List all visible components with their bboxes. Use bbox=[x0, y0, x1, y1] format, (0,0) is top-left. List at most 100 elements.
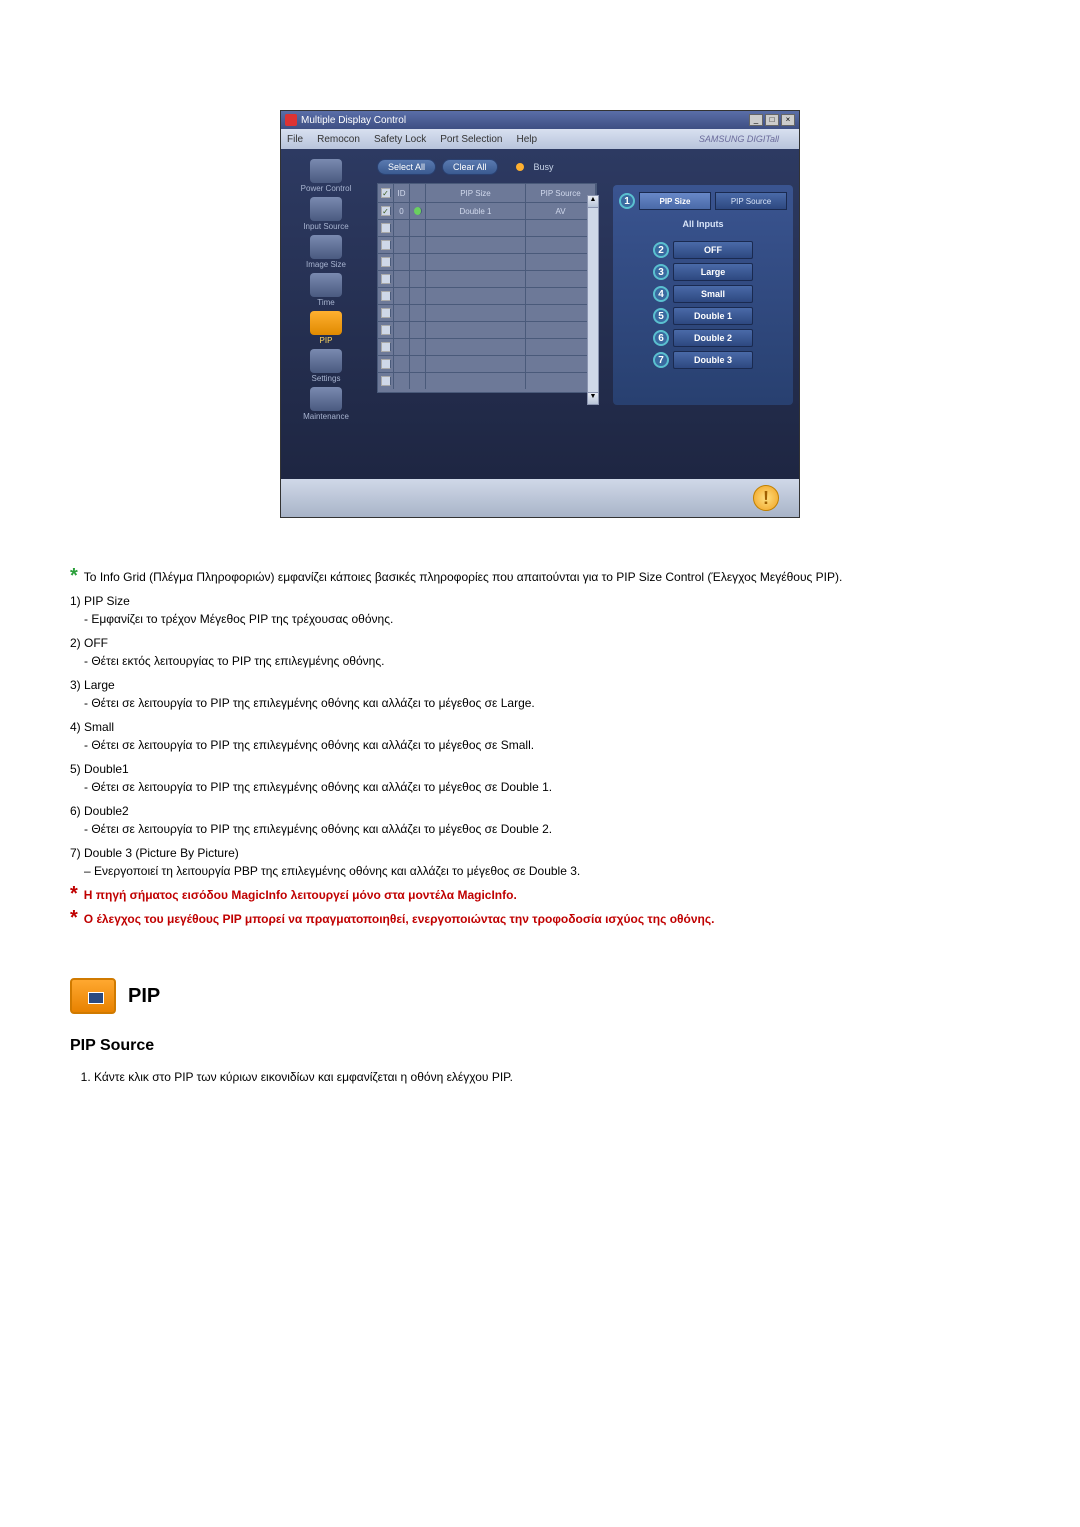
row-checkbox[interactable] bbox=[381, 223, 391, 233]
item-num: 5) bbox=[70, 762, 81, 776]
row-checkbox[interactable] bbox=[381, 291, 391, 301]
tab-pip-source[interactable]: PIP Source bbox=[715, 192, 787, 210]
item-title: OFF bbox=[84, 636, 108, 650]
star-icon: * bbox=[70, 886, 78, 902]
callout-4: 4 bbox=[653, 286, 669, 302]
table-row[interactable] bbox=[378, 372, 596, 389]
table-row[interactable] bbox=[378, 355, 596, 372]
callout-7: 7 bbox=[653, 352, 669, 368]
row-checkbox[interactable] bbox=[381, 240, 391, 250]
table-row[interactable] bbox=[378, 321, 596, 338]
option-off[interactable]: OFF bbox=[673, 241, 753, 259]
scroll-up-button[interactable]: ▲ bbox=[588, 196, 598, 208]
sidebar-item-maintenance[interactable]: Maintenance bbox=[303, 387, 349, 421]
scroll-down-button[interactable]: ▼ bbox=[588, 392, 598, 404]
grid-header-checkbox[interactable] bbox=[378, 184, 394, 202]
sidebar-item-settings[interactable]: Settings bbox=[310, 349, 342, 383]
close-button[interactable]: × bbox=[781, 114, 795, 126]
settings-icon bbox=[310, 349, 342, 373]
item-num: 4) bbox=[70, 720, 81, 734]
row-checkbox[interactable] bbox=[381, 376, 391, 386]
menu-remocon[interactable]: Remocon bbox=[317, 134, 360, 145]
item-title: PIP Size bbox=[84, 594, 130, 608]
row-checkbox[interactable] bbox=[381, 359, 391, 369]
sidebar-label: Input Source bbox=[303, 222, 348, 231]
sidebar-item-pip[interactable]: PIP bbox=[310, 311, 342, 345]
item-desc: - Θέτει εκτός λειτουργίας το PIP της επι… bbox=[84, 652, 1010, 670]
menu-safety-lock[interactable]: Safety Lock bbox=[374, 134, 426, 145]
grid-scrollbar[interactable]: ▲ ▼ bbox=[587, 195, 599, 405]
sidebar-label: PIP bbox=[320, 336, 333, 345]
sidebar-label: Image Size bbox=[306, 260, 346, 269]
option-small[interactable]: Small bbox=[673, 285, 753, 303]
table-row[interactable]: 0 Double 1 AV bbox=[378, 202, 596, 219]
brand-label: SAMSUNG DIGITall bbox=[699, 134, 779, 144]
pip-section-icon bbox=[70, 978, 116, 1014]
row-pip-size: Double 1 bbox=[426, 203, 526, 219]
sidebar-item-image-size[interactable]: Image Size bbox=[306, 235, 346, 269]
table-row[interactable] bbox=[378, 236, 596, 253]
pip-icon bbox=[310, 311, 342, 335]
sidebar-label: Time bbox=[317, 298, 334, 307]
option-double1[interactable]: Double 1 bbox=[673, 307, 753, 325]
item-num: 1) bbox=[70, 594, 81, 608]
row-checkbox[interactable] bbox=[381, 325, 391, 335]
table-row[interactable] bbox=[378, 219, 596, 236]
grid-header-id: ID bbox=[394, 184, 410, 202]
callout-5: 5 bbox=[653, 308, 669, 324]
row-checkbox[interactable] bbox=[381, 206, 391, 216]
maintenance-icon bbox=[310, 387, 342, 411]
maximize-button[interactable]: □ bbox=[765, 114, 779, 126]
app-icon bbox=[285, 114, 297, 126]
busy-indicator-icon bbox=[516, 163, 524, 171]
row-checkbox[interactable] bbox=[381, 308, 391, 318]
item-title: Small bbox=[84, 720, 114, 734]
tab-pip-size[interactable]: PIP Size bbox=[639, 192, 711, 210]
table-row[interactable] bbox=[378, 304, 596, 321]
step-1: Κάντε κλικ στο PIP των κύριων εικονιδίων… bbox=[94, 1068, 1010, 1086]
grid-header-status bbox=[410, 184, 426, 202]
clear-all-button[interactable]: Clear All bbox=[442, 159, 498, 175]
table-row[interactable] bbox=[378, 253, 596, 270]
row-checkbox[interactable] bbox=[381, 257, 391, 267]
document-body: * Το Info Grid (Πλέγμα Πληροφοριών) εμφα… bbox=[70, 568, 1010, 1086]
item-desc: - Θέτει σε λειτουργία το PIP της επιλεγμ… bbox=[84, 778, 1010, 796]
table-row[interactable] bbox=[378, 287, 596, 304]
item-desc: - Θέτει σε λειτουργία το PIP της επιλεγμ… bbox=[84, 820, 1010, 838]
menu-bar: File Remocon Safety Lock Port Selection … bbox=[281, 129, 799, 149]
sidebar: Power Control Input Source Image Size Ti… bbox=[281, 149, 371, 479]
option-double3[interactable]: Double 3 bbox=[673, 351, 753, 369]
sidebar-item-time[interactable]: Time bbox=[310, 273, 342, 307]
status-led-icon bbox=[414, 207, 422, 215]
item-num: 2) bbox=[70, 636, 81, 650]
grid-header-pip-source: PIP Source bbox=[526, 184, 596, 202]
select-all-button[interactable]: Select All bbox=[377, 159, 436, 175]
row-checkbox[interactable] bbox=[381, 342, 391, 352]
sidebar-label: Maintenance bbox=[303, 412, 349, 421]
callout-1: 1 bbox=[619, 193, 635, 209]
menu-file[interactable]: File bbox=[287, 134, 303, 145]
item-num: 3) bbox=[70, 678, 81, 692]
item-desc: - Εμφανίζει το τρέχον Μέγεθος PIP της τρ… bbox=[84, 610, 1010, 628]
row-checkbox[interactable] bbox=[381, 274, 391, 284]
table-row[interactable] bbox=[378, 270, 596, 287]
item-desc: - Θέτει σε λειτουργία το PIP της επιλεγμ… bbox=[84, 694, 1010, 712]
menu-help[interactable]: Help bbox=[516, 134, 537, 145]
warning-icon: ! bbox=[753, 485, 779, 511]
sidebar-item-power-control[interactable]: Power Control bbox=[301, 159, 352, 193]
info-grid: ID PIP Size PIP Source 0 Double 1 AV bbox=[377, 183, 597, 393]
note-2: Ο έλεγχος του μεγέθους PIP μπορεί να πρα… bbox=[84, 910, 715, 928]
menu-port-selection[interactable]: Port Selection bbox=[440, 134, 502, 145]
image-size-icon bbox=[310, 235, 342, 259]
sidebar-label: Power Control bbox=[301, 184, 352, 193]
subsection-title: PIP Source bbox=[70, 1034, 1010, 1058]
option-double2[interactable]: Double 2 bbox=[673, 329, 753, 347]
option-large[interactable]: Large bbox=[673, 263, 753, 281]
star-icon: * bbox=[70, 910, 78, 926]
panel-subhead: All Inputs bbox=[619, 219, 787, 229]
table-row[interactable] bbox=[378, 338, 596, 355]
item-num: 7) bbox=[70, 846, 81, 860]
minimize-button[interactable]: _ bbox=[749, 114, 763, 126]
sidebar-item-input-source[interactable]: Input Source bbox=[303, 197, 348, 231]
window-title: Multiple Display Control bbox=[301, 115, 406, 126]
